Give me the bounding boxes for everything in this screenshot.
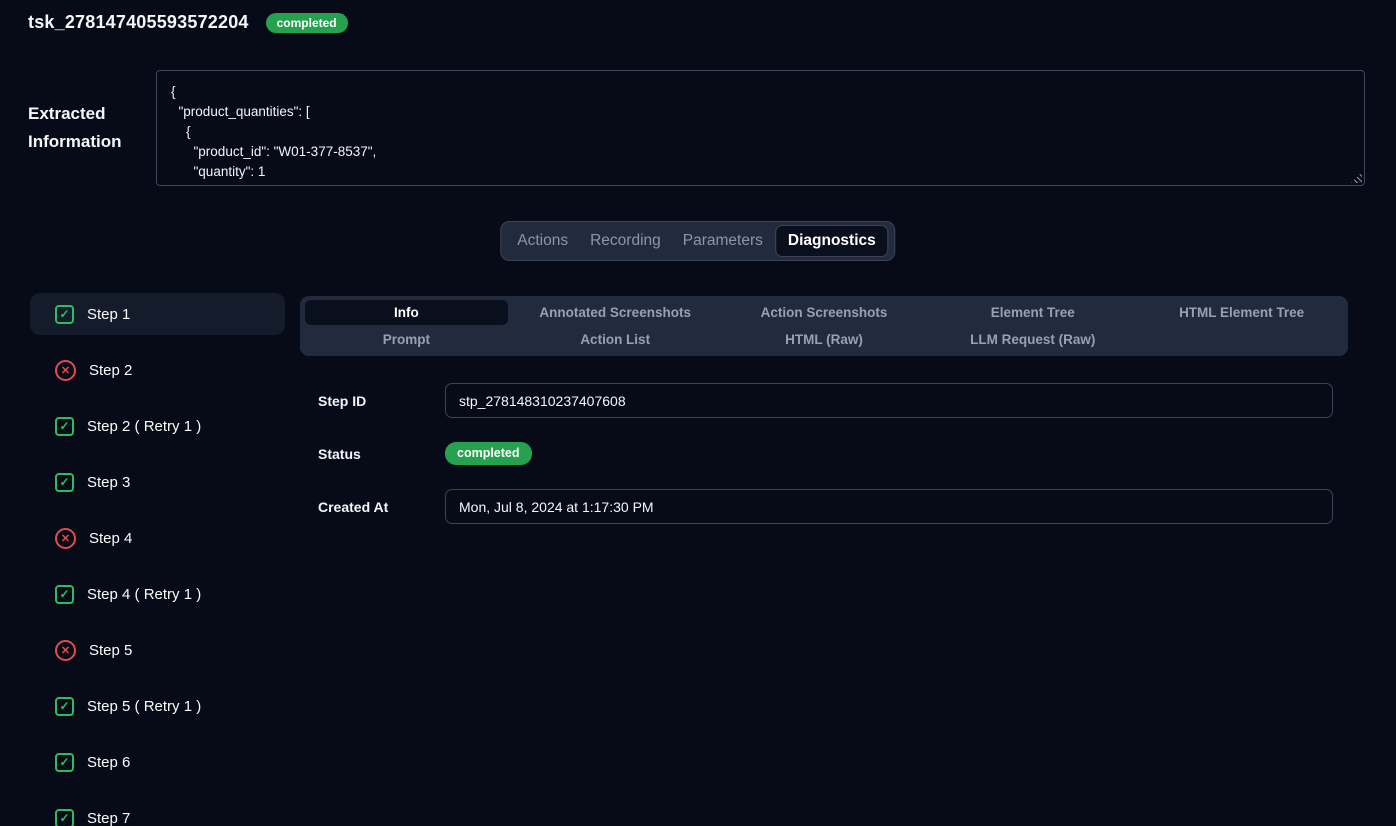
sidebar-item-step-3[interactable]: ✓ Step 3 (30, 461, 285, 503)
tab-recording[interactable]: Recording (580, 225, 671, 256)
step-item-label: Step 5 ( Retry 1 ) (87, 698, 201, 715)
sidebar-item-step-2-retry-1[interactable]: ✓ Step 2 ( Retry 1 ) (30, 405, 285, 447)
x-circle-icon: ✕ (55, 360, 76, 381)
sidebar-item-step-1[interactable]: ✓ Step 1 (30, 293, 285, 335)
x-circle-icon: ✕ (55, 528, 76, 549)
page-header: tsk_278147405593572204 completed (28, 12, 348, 33)
main-tab-bar: ActionsRecordingParametersDiagnostics (500, 221, 895, 261)
step-item-label: Step 4 ( Retry 1 ) (87, 586, 201, 603)
tab-parameters[interactable]: Parameters (673, 225, 773, 256)
subtab-info[interactable]: Info (305, 300, 508, 325)
extracted-info-textarea[interactable]: { "product_quantities": [ { "product_id"… (156, 70, 1365, 186)
step-item-label: Step 4 (89, 530, 132, 547)
sidebar-item-step-7[interactable]: ✓ Step 7 (30, 797, 285, 826)
step-info-panel: Step ID Status completed Created At (300, 383, 1348, 542)
sidebar-item-step-2[interactable]: ✕ Step 2 (30, 349, 285, 391)
check-square-icon: ✓ (55, 473, 74, 492)
check-square-icon: ✓ (55, 417, 74, 436)
subtab-prompt[interactable]: Prompt (305, 327, 508, 352)
status-row: Status completed (300, 436, 1348, 471)
sidebar-item-step-6[interactable]: ✓ Step 6 (30, 741, 285, 783)
step-item-label: Step 1 (87, 306, 130, 323)
subtab-annotated-screenshots[interactable]: Annotated Screenshots (514, 300, 717, 325)
tab-actions[interactable]: Actions (507, 225, 578, 256)
tab-diagnostics[interactable]: Diagnostics (775, 225, 889, 256)
subtab-element-tree[interactable]: Element Tree (931, 300, 1134, 325)
subtab-llm-request-raw[interactable]: LLM Request (Raw) (931, 327, 1134, 352)
sidebar-item-step-4[interactable]: ✕ Step 4 (30, 517, 285, 559)
step-item-label: Step 7 (87, 810, 130, 826)
task-status-badge: completed (266, 13, 348, 33)
status-label: Status (300, 446, 445, 462)
subtab-action-screenshots[interactable]: Action Screenshots (723, 300, 926, 325)
check-square-icon: ✓ (55, 305, 74, 324)
step-id-input[interactable] (445, 383, 1333, 418)
task-title: tsk_278147405593572204 (28, 12, 249, 33)
check-square-icon: ✓ (55, 809, 74, 826)
check-square-icon: ✓ (55, 753, 74, 772)
x-circle-icon: ✕ (55, 640, 76, 661)
diagnostics-subtab-bar: InfoAnnotated ScreenshotsAction Screensh… (300, 296, 1348, 356)
check-square-icon: ✓ (55, 585, 74, 604)
subtab-action-list[interactable]: Action List (514, 327, 717, 352)
created-at-row: Created At (300, 489, 1348, 524)
sidebar-item-step-5[interactable]: ✕ Step 5 (30, 629, 285, 671)
step-item-label: Step 6 (87, 754, 130, 771)
steps-sidebar: ✓ Step 1 ✕ Step 2 ✓ Step 2 ( Retry 1 ) ✓ Step 3… (30, 293, 285, 826)
created-at-input[interactable] (445, 489, 1333, 524)
sidebar-item-step-5-retry-1[interactable]: ✓ Step 5 ( Retry 1 ) (30, 685, 285, 727)
step-item-label: Step 2 (89, 362, 132, 379)
step-item-label: Step 3 (87, 474, 130, 491)
step-item-label: Step 5 (89, 642, 132, 659)
created-at-label: Created At (300, 499, 445, 515)
step-id-label: Step ID (300, 393, 445, 409)
step-id-row: Step ID (300, 383, 1348, 418)
sidebar-item-step-4-retry-1[interactable]: ✓ Step 4 ( Retry 1 ) (30, 573, 285, 615)
subtab-html-element-tree[interactable]: HTML Element Tree (1140, 300, 1343, 325)
extracted-info-content: { "product_quantities": [ { "product_id"… (157, 71, 1364, 186)
extracted-info-label: Extracted Information (28, 100, 140, 156)
check-square-icon: ✓ (55, 697, 74, 716)
subtab-html-raw[interactable]: HTML (Raw) (723, 327, 926, 352)
step-status-badge: completed (445, 442, 532, 465)
step-item-label: Step 2 ( Retry 1 ) (87, 418, 201, 435)
